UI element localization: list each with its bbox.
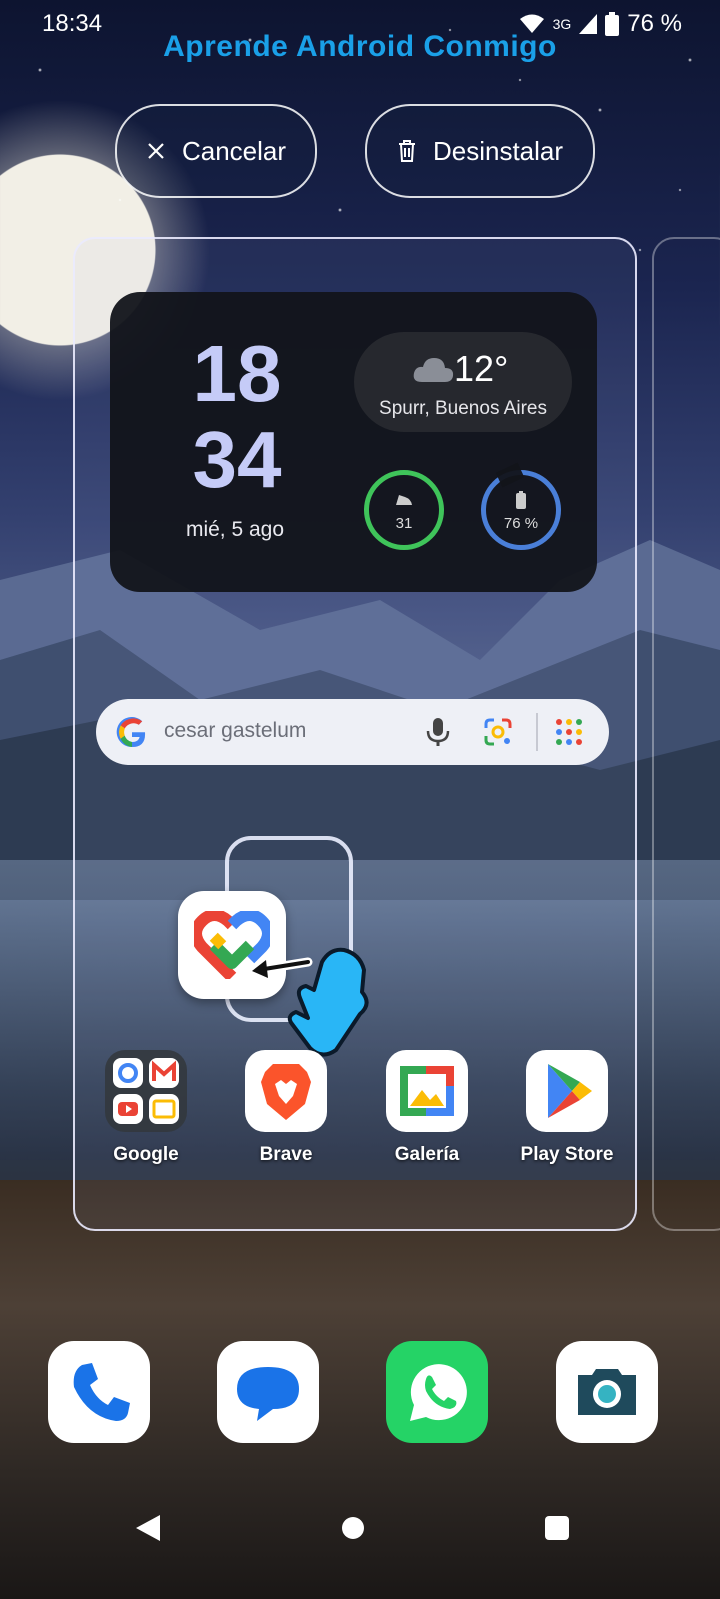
- uninstall-label: Desinstalar: [432, 135, 564, 166]
- camera-icon: [578, 1369, 636, 1415]
- app-play-store[interactable]: Play Store: [512, 1050, 622, 1166]
- dock-camera[interactable]: [556, 1341, 658, 1443]
- widget-date: mié, 5 ago: [185, 518, 285, 541]
- app-label: Google: [113, 1144, 179, 1165]
- phone-icon: [73, 1363, 130, 1421]
- google-folder-icon: [105, 1050, 187, 1132]
- cloud-icon: [413, 358, 454, 382]
- battery-ring-value: 76 %: [503, 515, 539, 532]
- next-page-frame[interactable]: [652, 237, 720, 1231]
- google-g-icon: [116, 717, 146, 748]
- trash-icon: [398, 140, 415, 162]
- app-brave[interactable]: Brave: [231, 1050, 341, 1166]
- uninstall-button[interactable]: Desinstalar: [365, 104, 595, 198]
- steps-value: 31: [395, 515, 413, 532]
- pointer-hand-icon: [252, 947, 369, 1057]
- nav-recents-button[interactable]: [545, 1516, 569, 1540]
- shoe-icon: [396, 495, 412, 505]
- google-search-bar[interactable]: cesar gastelum: [96, 699, 609, 765]
- app-grid-icon[interactable]: [554, 717, 584, 747]
- search-query: cesar gastelum: [164, 719, 307, 742]
- weather-location: Spurr, Buenos Aires: [379, 398, 547, 419]
- battery-ring-gap: [495, 462, 525, 488]
- battery-ring[interactable]: 76 %: [481, 462, 561, 550]
- temperature: 12°: [454, 348, 509, 389]
- app-galeria[interactable]: Galería: [372, 1050, 482, 1166]
- play-store-icon: [526, 1050, 608, 1132]
- clock-minute: 34: [192, 415, 282, 504]
- weather-pill[interactable]: 12° Spurr, Buenos Aires: [354, 332, 572, 432]
- dock-whatsapp[interactable]: [386, 1341, 488, 1443]
- battery-small-icon: [516, 491, 526, 509]
- brave-icon: [245, 1050, 327, 1132]
- app-google-folder[interactable]: Google: [91, 1050, 201, 1166]
- close-icon: [148, 143, 164, 159]
- cancel-label: Cancelar: [181, 135, 287, 166]
- watermark-title: Aprende Android Conmigo: [163, 30, 557, 63]
- nav-back-button[interactable]: [136, 1515, 160, 1541]
- dock-messages[interactable]: [217, 1341, 319, 1443]
- clock-weather-widget[interactable]: 18 34 mié, 5 ago 12° Spurr, Buenos Aires…: [110, 292, 597, 592]
- dock-phone[interactable]: [48, 1341, 150, 1443]
- clock-hour: 18: [192, 329, 282, 418]
- whatsapp-icon: [410, 1364, 467, 1421]
- cancel-button[interactable]: Cancelar: [115, 104, 317, 198]
- nav-home-button[interactable]: [342, 1517, 364, 1539]
- messages-icon: [237, 1367, 299, 1421]
- google-lens-icon[interactable]: [482, 716, 514, 748]
- gallery-icon: [386, 1050, 468, 1132]
- app-label: Galería: [394, 1144, 460, 1165]
- app-label: Brave: [259, 1144, 313, 1165]
- app-label: Play Store: [520, 1144, 614, 1165]
- steps-ring[interactable]: 31: [364, 470, 444, 550]
- mic-icon[interactable]: [424, 717, 452, 747]
- search-separator: [536, 713, 538, 751]
